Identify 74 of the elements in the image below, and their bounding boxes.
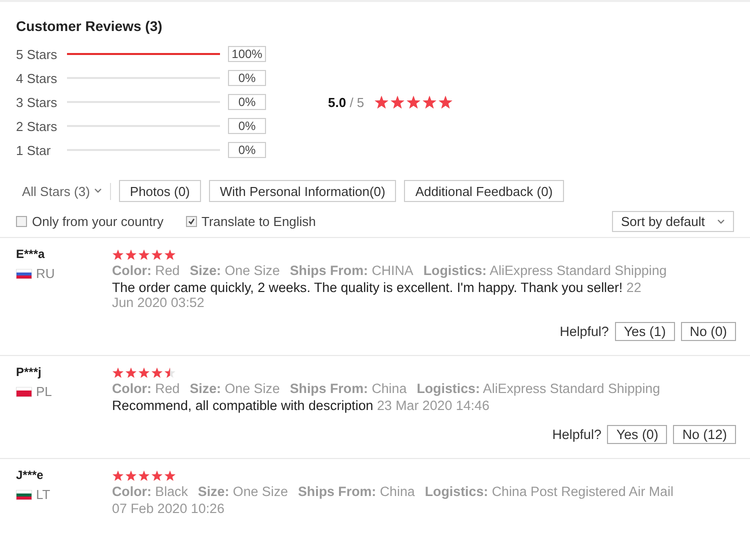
caret-icon (717, 218, 725, 224)
section-title: Customer Reviews (3) (16, 18, 164, 34)
star-icon (151, 367, 163, 379)
product-attribute: Ships From: China (298, 484, 415, 499)
helpful-label: Helpful? (560, 324, 609, 339)
reviewer-name: P***j (16, 365, 42, 379)
percentage-label: 0% (228, 142, 266, 158)
country-code: PL (36, 384, 52, 399)
product-attribute: Logistics: AliExpress Standard Shipping (423, 263, 667, 278)
star-icon (164, 470, 176, 482)
star-icon (438, 94, 454, 110)
checkbox-label: Translate to English (202, 214, 316, 229)
percentage-label: 0% (228, 70, 266, 86)
star-icon (138, 249, 150, 261)
star-icon (112, 249, 124, 261)
yes-button[interactable]: Yes (0) (607, 425, 668, 444)
product-attribute: Size: One Size (190, 381, 280, 396)
percentage-label: 0% (228, 118, 266, 134)
star-level-label: 3 Stars (16, 94, 58, 110)
flag-icon (16, 386, 32, 396)
review-date: 07 Feb 2020 10:26 (112, 501, 224, 516)
star-icon (164, 367, 176, 379)
score-maximum: / 5 (350, 94, 364, 110)
star-icon (422, 94, 438, 110)
review-text: Recommend, all compatible with description 23 Mar 2020 14:46 (112, 398, 490, 413)
star-icon (138, 470, 150, 482)
percentage-label: 0% (228, 94, 266, 110)
country-code: LT (36, 487, 50, 502)
country-code: RU (36, 266, 55, 281)
product-attribute: Logistics: AliExpress Standard Shipping (416, 381, 660, 396)
star-level-label: 4 Stars (16, 70, 58, 86)
yes-button[interactable]: Yes (1) (614, 322, 675, 341)
product-attribute: Color: Red (112, 263, 180, 278)
filter-button[interactable]: With Personal Information(0) (208, 180, 396, 202)
no-button[interactable]: No (12) (673, 425, 736, 444)
checkbox-label: Only from your country (32, 214, 164, 229)
no-button[interactable]: No (0) (680, 322, 736, 341)
product-attribute: Ships From: CHINA (290, 263, 414, 278)
star-icon (125, 367, 137, 379)
star-icon (125, 249, 137, 261)
review-text: The order came quickly, 2 weeks. The quality is excellent. I'm happy. Thank you seller! 22 Jun 2020 03:52 (112, 280, 642, 310)
star-level-label: 1 Star (16, 142, 52, 158)
filter-button[interactable]: Additional Feedback (0) (404, 180, 564, 202)
product-attribute: Color: Black (112, 484, 188, 499)
average-score: 5.0 (328, 94, 346, 110)
product-attribute: Ships From: China (290, 381, 407, 396)
sort-dropdown[interactable]: Sort by default (612, 211, 734, 232)
product-attribute: Size: One Size (190, 263, 280, 278)
percentage-label: 100% (228, 46, 266, 62)
caret-icon (94, 188, 102, 194)
checkbox[interactable] (186, 216, 196, 227)
reviewer-name: E***a (16, 247, 46, 261)
star-level-label: 5 Stars (16, 46, 58, 62)
product-attribute: Color: Red (112, 381, 180, 396)
star-icon (138, 367, 150, 379)
filter-button[interactable]: Photos (0) (118, 180, 201, 202)
star-icon (151, 470, 163, 482)
checkbox[interactable] (16, 216, 27, 227)
star-filter-dropdown[interactable]: All Stars (3) (16, 182, 111, 200)
star-level-label: 2 Stars (16, 118, 58, 134)
flag-icon (16, 490, 32, 500)
product-attribute: Logistics: China Post Registered Air Mail (424, 484, 674, 499)
star-icon (374, 94, 390, 110)
star-icon (406, 94, 422, 110)
reviewer-name: J***e (16, 468, 44, 482)
flag-icon (16, 268, 32, 278)
star-icon (390, 94, 406, 110)
helpful-label: Helpful? (552, 427, 602, 442)
star-icon (125, 470, 137, 482)
star-icon (112, 470, 124, 482)
star-icon (164, 249, 176, 261)
product-attribute: Size: One Size (198, 484, 288, 499)
star-icon (151, 249, 163, 261)
star-icon (112, 367, 124, 379)
